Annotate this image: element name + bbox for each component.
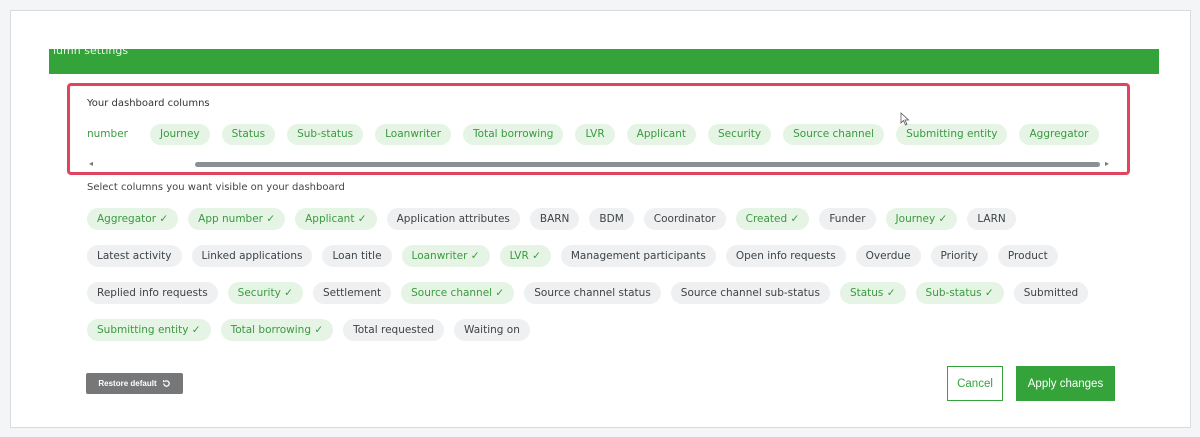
column-options-row: Aggregator ✓ App number ✓ Applicant ✓ Appli… bbox=[87, 208, 1087, 230]
column-option-chip[interactable]: Journey ✓ bbox=[885, 208, 958, 230]
column-option-chip[interactable]: LARN bbox=[967, 208, 1016, 230]
column-option-chip[interactable]: Coordinator bbox=[643, 208, 726, 230]
column-option-chip[interactable]: Application attributes bbox=[386, 208, 520, 230]
cancel-button[interactable]: Cancel bbox=[947, 366, 1003, 401]
panel-title: lumn settings bbox=[53, 49, 129, 57]
dashboard-column-chip[interactable]: LVR bbox=[575, 124, 615, 145]
column-option-chip[interactable]: LVR ✓ bbox=[499, 245, 551, 267]
column-option-chip[interactable]: Priority bbox=[930, 245, 988, 267]
column-option-chip[interactable]: Status ✓ bbox=[839, 282, 906, 304]
scrollbar-thumb[interactable] bbox=[195, 162, 1100, 167]
column-option-chip[interactable]: Source channel status bbox=[524, 282, 661, 304]
dashboard-column-chip[interactable]: Submitting entity bbox=[896, 124, 1008, 145]
column-option-chip[interactable]: Overdue bbox=[855, 245, 921, 267]
column-option-chip[interactable]: Waiting on bbox=[454, 319, 530, 341]
dashboard-column-chip[interactable]: Journey bbox=[149, 124, 210, 145]
column-option-chip[interactable]: Source channel sub-status bbox=[670, 282, 830, 304]
column-option-chip[interactable]: BARN bbox=[529, 208, 580, 230]
column-option-chip[interactable]: Aggregator ✓ bbox=[87, 208, 179, 230]
dashboard-column-chip[interactable]: Sub-status bbox=[287, 124, 364, 145]
column-option-chip[interactable]: Settlement bbox=[312, 282, 392, 304]
horizontal-scrollbar[interactable]: ◂ ▸ bbox=[87, 159, 1112, 168]
column-option-chip[interactable]: Security ✓ bbox=[227, 282, 303, 304]
column-option-chip[interactable]: Created ✓ bbox=[735, 208, 810, 230]
column-option-chip[interactable]: Loan title bbox=[322, 245, 392, 267]
dashboard-column-chip[interactable]: Loanwriter bbox=[375, 124, 452, 145]
column-option-chip[interactable]: BDM bbox=[589, 208, 634, 230]
scroll-right-icon[interactable]: ▸ bbox=[1105, 159, 1109, 168]
column-options-row: Replied info requests Security ✓ Settlemen… bbox=[87, 282, 1089, 304]
mouse-cursor-icon bbox=[900, 112, 910, 126]
column-option-chip[interactable]: Total borrowing ✓ bbox=[220, 319, 334, 341]
column-options-row: Submitting entity ✓ Total borrowing ✓ Tota… bbox=[87, 319, 1087, 341]
column-option-chip[interactable]: Sub-status ✓ bbox=[915, 282, 1004, 304]
column-option-chip[interactable]: Applicant ✓ bbox=[295, 208, 377, 230]
column-option-chip[interactable]: Management participants bbox=[560, 245, 716, 267]
dashboard-columns-title: Your dashboard columns bbox=[87, 98, 210, 109]
dashboard-column-chip[interactable]: Applicant bbox=[626, 124, 696, 145]
refresh-icon bbox=[162, 379, 170, 387]
select-columns-instruction: Select columns you want visible on your … bbox=[87, 182, 345, 193]
panel-header: lumn settings bbox=[49, 49, 1159, 74]
column-option-chip[interactable]: Loanwriter ✓ bbox=[401, 245, 490, 267]
column-option-chip[interactable]: App number ✓ bbox=[188, 208, 286, 230]
column-option-chip[interactable]: Funder bbox=[819, 208, 876, 230]
dashboard-column-chip[interactable]: Source channel bbox=[783, 124, 885, 145]
dashboard-column-chip[interactable]: Aggregator bbox=[1019, 124, 1099, 145]
dashboard-column-chip[interactable]: number bbox=[87, 124, 138, 145]
column-options: Aggregator ✓ App number ✓ Applicant ✓ Appli… bbox=[87, 208, 1089, 356]
dashboard-column-chip[interactable]: Total borrowing bbox=[463, 124, 564, 145]
restore-default-button[interactable]: Restore default bbox=[86, 373, 183, 394]
dashboard-column-chip[interactable]: Security bbox=[707, 124, 772, 145]
column-option-chip[interactable]: Product bbox=[997, 245, 1058, 267]
dashboard-column-chip[interactable]: Status bbox=[221, 124, 276, 145]
column-option-chip[interactable]: Replied info requests bbox=[87, 282, 218, 304]
column-options-row: Latest activity Linked applications Loan t… bbox=[87, 245, 1087, 267]
column-option-chip[interactable]: Source channel ✓ bbox=[401, 282, 515, 304]
column-option-chip[interactable]: Open info requests bbox=[725, 245, 846, 267]
scroll-left-icon[interactable]: ◂ bbox=[89, 159, 93, 168]
column-option-chip[interactable]: Total requested bbox=[343, 319, 445, 341]
column-option-chip[interactable]: Submitting entity ✓ bbox=[87, 319, 211, 341]
restore-default-label: Restore default bbox=[98, 379, 157, 388]
dashboard-columns-list: number Journey Status Sub-status Loanwriter T… bbox=[87, 124, 1099, 145]
column-option-chip[interactable]: Linked applications bbox=[191, 245, 313, 267]
apply-changes-button[interactable]: Apply changes bbox=[1016, 366, 1115, 401]
column-option-chip[interactable]: Submitted bbox=[1013, 282, 1089, 304]
column-option-chip[interactable]: Latest activity bbox=[87, 245, 182, 267]
